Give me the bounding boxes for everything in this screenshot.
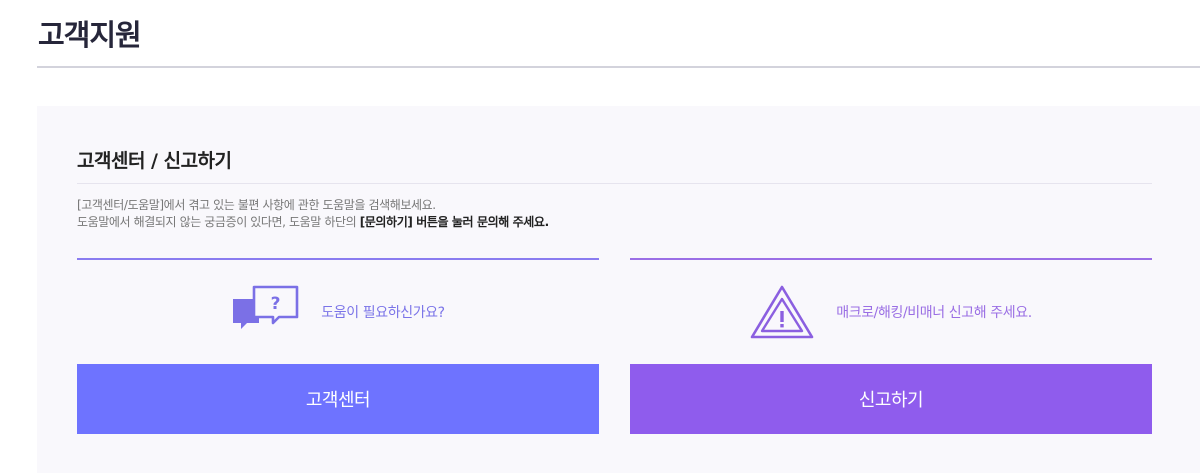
- description-line-2-emphasis: [문의하기] 버튼을 눌러 문의해 주세요.: [359, 215, 549, 229]
- report-info: 매크로/해킹/비매너 신고해 주세요.: [630, 285, 1152, 339]
- support-panel: 고객센터 / 신고하기 [고객센터/도움말]에서 겪고 있는 불편 사항에 관한…: [37, 106, 1200, 473]
- report-button[interactable]: 신고하기: [630, 364, 1152, 434]
- report-info-text: 매크로/해킹/비매너 신고해 주세요.: [836, 305, 1032, 321]
- warning-triangle-icon: [750, 285, 814, 339]
- report-column-divider: [630, 258, 1152, 260]
- support-info-text: 도움이 필요하신가요?: [321, 305, 445, 321]
- section-divider: [77, 183, 1152, 184]
- description-line-2-text: 도움말에서 해결되지 않는 궁금증이 있다면, 도움말 하단의: [77, 215, 360, 229]
- title-divider: [37, 66, 1200, 68]
- chat-question-icon: ?: [231, 285, 299, 339]
- svg-text:?: ?: [271, 294, 281, 314]
- report-column: 매크로/해킹/비매너 신고해 주세요. 신고하기: [630, 258, 1152, 434]
- customer-center-button[interactable]: 고객센터: [77, 364, 599, 434]
- support-column-divider: [77, 258, 599, 260]
- description-line-1: [고객센터/도움말]에서 겪고 있는 불편 사항에 관한 도움말을 검색해보세요…: [77, 198, 436, 212]
- support-column: ? 도움이 필요하신가요? 고객센터: [77, 258, 599, 434]
- section-description: [고객센터/도움말]에서 겪고 있는 불편 사항에 관한 도움말을 검색해보세요…: [77, 197, 549, 231]
- description-line-2: 도움말에서 해결되지 않는 궁금증이 있다면, 도움말 하단의 [문의하기] 버…: [77, 214, 549, 231]
- section-title: 고객센터 / 신고하기: [77, 150, 232, 172]
- support-info: ? 도움이 필요하신가요?: [77, 285, 599, 339]
- page-title: 고객지원: [38, 18, 142, 52]
